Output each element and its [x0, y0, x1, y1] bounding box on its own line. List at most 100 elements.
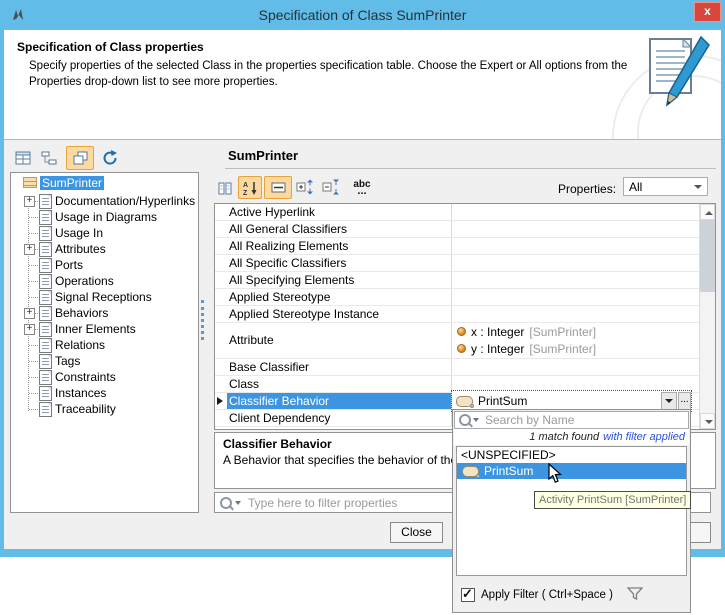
document-icon — [39, 210, 52, 225]
header-separator — [225, 168, 716, 169]
expander-icon[interactable] — [24, 244, 35, 255]
popup-search-input[interactable] — [483, 412, 688, 428]
document-icon — [39, 322, 52, 337]
attribute-value-x[interactable]: x : Integer [SumPrinter] — [452, 323, 699, 340]
table-row[interactable]: All Realizing Elements — [215, 238, 699, 255]
scroll-up-button[interactable] — [700, 204, 715, 220]
show-stack-view-button[interactable] — [66, 146, 94, 170]
tree-item-tags[interactable]: Tags — [11, 353, 198, 369]
customize-columns-button[interactable] — [216, 179, 234, 197]
activity-icon — [456, 396, 473, 407]
table-row[interactable]: All Specific Classifiers — [215, 255, 699, 272]
table-row[interactable]: Active Hyperlink — [215, 204, 699, 221]
tree-item-traceability[interactable]: Traceability — [11, 401, 198, 417]
match-status: 1 match foundwith filter applied — [454, 430, 685, 445]
document-icon — [39, 290, 52, 305]
sort-alphabetically-button[interactable]: AZ — [238, 176, 262, 199]
screenshot-stage: Specification of Class SumPrinter x Spec… — [0, 0, 725, 615]
attribute-icon — [457, 344, 466, 353]
behavior-dropdown-popup: 1 match foundwith filter applied <UNSPEC… — [452, 409, 691, 613]
search-options-caret-icon[interactable] — [473, 418, 479, 422]
attribute-value-y[interactable]: y : Integer [SumPrinter] — [452, 340, 699, 357]
scrollbar-thumb[interactable] — [700, 220, 715, 292]
tree-item-instances[interactable]: Instances — [11, 385, 198, 401]
svg-text:A: A — [243, 182, 248, 189]
dialog-banner: Specification of Class properties Specif… — [4, 30, 721, 140]
document-icon — [39, 194, 52, 209]
show-tree-view-button[interactable] — [38, 147, 60, 168]
apply-filter-label: Apply Filter ( Ctrl+Space ) — [481, 589, 613, 601]
popup-result-list: <UNSPECIFIED> PrintSum — [456, 446, 687, 576]
table-row[interactable]: Applied Stereotype Instance — [215, 306, 699, 323]
tree-item-operations[interactable]: Operations — [11, 273, 198, 289]
document-icon — [39, 242, 52, 257]
table-row[interactable]: Applied Stereotype — [215, 289, 699, 306]
search-options-caret-icon[interactable] — [235, 501, 241, 505]
document-icon — [39, 226, 52, 241]
properties-mode-select[interactable]: All — [623, 177, 708, 196]
tree-item-ports[interactable]: Ports — [11, 257, 198, 273]
popup-footer: Apply Filter ( Ctrl+Space ) — [453, 578, 690, 612]
chevron-down-icon — [705, 420, 713, 424]
svg-text:Z: Z — [243, 190, 248, 196]
attribute-icon — [457, 327, 466, 336]
document-icon — [39, 338, 52, 353]
tree-item-usage-in[interactable]: Usage In — [11, 225, 198, 241]
open-dropdown-button[interactable] — [661, 392, 677, 410]
element-name-header: SumPrinter — [228, 148, 298, 163]
scroll-down-button[interactable] — [700, 413, 715, 429]
panel-splitter-handle[interactable] — [201, 300, 207, 340]
document-icon — [39, 274, 52, 289]
chevron-down-icon — [694, 185, 702, 189]
tree-root-sumprinter[interactable]: SumPrinter — [11, 175, 198, 191]
close-window-button[interactable]: x — [694, 2, 721, 22]
table-scrollbar[interactable] — [699, 204, 715, 429]
filter-funnel-icon[interactable] — [627, 587, 643, 603]
tree-root-label: SumPrinter — [40, 176, 104, 190]
banner-title: Specification of Class properties — [17, 40, 204, 54]
table-row-attribute[interactable]: Attribute x : Integer [SumPrinter] y : I… — [215, 323, 699, 359]
expander-icon[interactable] — [24, 324, 35, 335]
search-icon — [459, 414, 471, 426]
table-row[interactable]: All Specifying Elements — [215, 272, 699, 289]
tree-item-signal-receptions[interactable]: Signal Receptions — [11, 289, 198, 305]
tree-item-documentation-hyperlinks[interactable]: Documentation/Hyperlinks — [11, 193, 198, 209]
tree-item-usage-in-diagrams[interactable]: Usage in Diagrams — [11, 209, 198, 225]
show-description-button[interactable] — [264, 176, 292, 199]
tree-item-behaviors[interactable]: Behaviors — [11, 305, 198, 321]
classifier-behavior-editor[interactable]: PrintSum — [452, 391, 691, 411]
refresh-button[interactable] — [98, 147, 122, 168]
popup-search-area: 1 match foundwith filter applied — [454, 411, 689, 445]
apply-filter-checkbox[interactable] — [461, 588, 475, 602]
table-row[interactable]: All General Classifiers — [215, 221, 699, 238]
expander-icon[interactable] — [24, 196, 35, 207]
specification-tree: SumPrinter Documentation/Hyperlinks Usag… — [10, 172, 199, 513]
collapse-all-button[interactable] — [322, 178, 340, 196]
activity-icon — [462, 466, 479, 477]
document-pencil-icon — [645, 35, 711, 112]
titlebar[interactable]: Specification of Class SumPrinter x — [0, 0, 725, 30]
browse-ellipsis-button[interactable] — [678, 392, 691, 410]
expand-all-button[interactable] — [296, 178, 314, 196]
tree-item-relations[interactable]: Relations — [11, 337, 198, 353]
show-table-view-button[interactable] — [12, 147, 34, 168]
table-row[interactable]: Base Classifier — [215, 359, 699, 376]
document-icon — [39, 386, 52, 401]
list-item-unspecified[interactable]: <UNSPECIFIED> — [457, 447, 686, 463]
expander-icon[interactable] — [24, 308, 35, 319]
document-icon — [39, 306, 52, 321]
tooltip: Activity PrintSum [SumPrinter] — [534, 491, 691, 509]
list-item-printsum[interactable]: PrintSum — [457, 463, 686, 479]
search-icon — [220, 497, 232, 509]
filter-applied-link[interactable]: with filter applied — [603, 431, 685, 443]
chevron-up-icon — [705, 211, 713, 215]
tree-item-attributes[interactable]: Attributes — [11, 241, 198, 257]
spell-check-button[interactable]: abc — [350, 177, 374, 197]
properties-mode-value: All — [629, 179, 642, 195]
tree-item-constraints[interactable]: Constraints — [11, 369, 198, 385]
popup-search-field[interactable] — [454, 411, 689, 429]
close-button[interactable]: Close — [390, 522, 443, 543]
chevron-down-icon — [665, 399, 673, 403]
class-icon — [23, 177, 37, 188]
tree-item-inner-elements[interactable]: Inner Elements — [11, 321, 198, 337]
